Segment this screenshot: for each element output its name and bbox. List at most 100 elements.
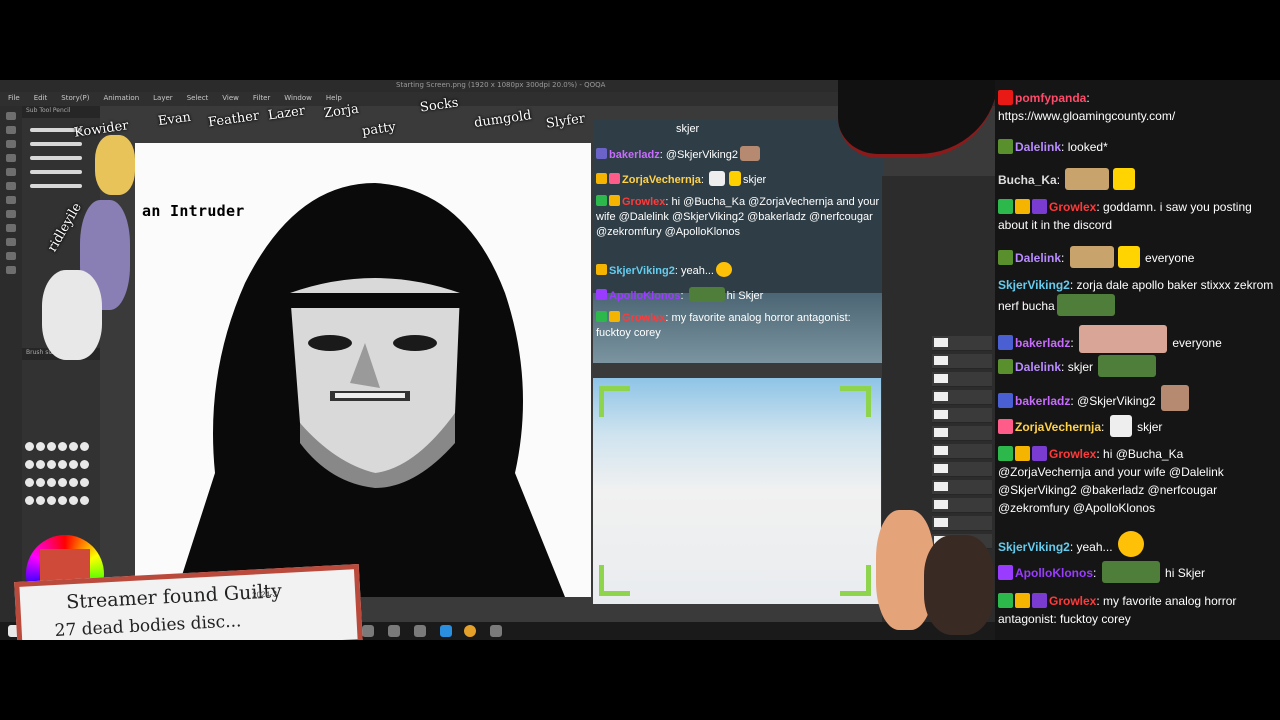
embed-chat-message: ApolloKlonos: hi Skjer <box>596 287 880 304</box>
brush-preset[interactable] <box>30 142 82 146</box>
brush-size-option[interactable] <box>47 442 56 451</box>
brush-size-option[interactable] <box>80 442 89 451</box>
menu-story[interactable]: Story(P) <box>53 92 95 106</box>
brush-size-option[interactable] <box>69 496 78 505</box>
embed-chat-message: ZorjaVechernja: skjer <box>596 171 880 188</box>
gradient-icon[interactable] <box>6 238 16 246</box>
brush-size-option[interactable] <box>58 496 67 505</box>
brush-size-option[interactable] <box>25 478 34 487</box>
brush-size-option[interactable] <box>25 496 34 505</box>
sign-subtitle: 27 dead bodies disc... <box>54 611 242 640</box>
chat-message: pomfypanda: https://www.gloamingcounty.c… <box>998 90 1176 123</box>
hand-icon[interactable] <box>6 126 16 134</box>
badge-icon <box>609 311 620 322</box>
layer-row[interactable] <box>932 462 992 477</box>
brush-size-option[interactable] <box>69 442 78 451</box>
layer-row[interactable] <box>932 516 992 531</box>
menu-layer[interactable]: Layer <box>145 92 179 106</box>
taskbar-app-icon[interactable] <box>388 625 400 637</box>
badge-icon <box>998 359 1013 374</box>
layer-thumbnail <box>934 374 948 383</box>
brush-size-option[interactable] <box>47 496 56 505</box>
layer-row[interactable] <box>932 444 992 459</box>
brush-size-option[interactable] <box>58 478 67 487</box>
chrome-icon[interactable] <box>464 625 476 637</box>
badge-icon <box>998 335 1013 350</box>
layer-row[interactable] <box>932 408 992 423</box>
frame-corner <box>599 565 630 596</box>
sub-tool-title: Sub Tool Pencil <box>22 106 100 118</box>
menu-view[interactable]: View <box>214 92 245 106</box>
select-icon[interactable] <box>6 154 16 162</box>
badge-icon <box>998 199 1013 214</box>
brush-size-option[interactable] <box>80 460 89 469</box>
pencil-icon[interactable] <box>6 182 16 190</box>
chat-message: ApolloKlonos: hi Skjer <box>998 561 1278 583</box>
layer-row[interactable] <box>932 372 992 387</box>
badge-icon <box>998 393 1013 408</box>
chat-message: SkjerViking2: yeah... <box>998 531 1278 557</box>
layer-thumbnail <box>934 446 948 455</box>
tool-column <box>0 106 22 626</box>
menu-filter[interactable]: Filter <box>245 92 276 106</box>
layer-row[interactable] <box>932 426 992 441</box>
brush-preset[interactable] <box>30 156 82 160</box>
menu-select[interactable]: Select <box>179 92 215 106</box>
main-canvas[interactable]: an Intruder <box>135 143 591 597</box>
brush-size-option[interactable] <box>36 442 45 451</box>
brush-size-option[interactable] <box>58 442 67 451</box>
emote-icon <box>739 146 760 161</box>
overlay-name: Slyfer <box>545 111 586 132</box>
pen-icon[interactable] <box>6 168 16 176</box>
menu-animation[interactable]: Animation <box>95 92 145 106</box>
magnifier-icon[interactable] <box>6 112 16 120</box>
text-icon[interactable] <box>6 252 16 260</box>
brush-size-option[interactable] <box>47 460 56 469</box>
window-title: Starting Screen.png (1920 x 1080px 300dp… <box>396 81 606 89</box>
brush-size-option[interactable] <box>36 460 45 469</box>
brush-size-option[interactable] <box>36 496 45 505</box>
brush-preset[interactable] <box>30 184 82 188</box>
emote-icon <box>709 171 725 186</box>
eraser-icon[interactable] <box>6 210 16 218</box>
badge-icon <box>998 565 1013 580</box>
embed-chat-message: Growlex: my favorite analog horror antag… <box>596 311 851 339</box>
brush-size-option[interactable] <box>47 478 56 487</box>
badge-icon <box>596 195 607 206</box>
taskbar-app-icon[interactable] <box>362 625 374 637</box>
taskbar-app-icon[interactable] <box>414 625 426 637</box>
fill-icon[interactable] <box>6 224 16 232</box>
brush-preset[interactable] <box>30 170 82 174</box>
sky-image <box>593 378 881 604</box>
brush-size-option[interactable] <box>58 460 67 469</box>
brush-size-option[interactable] <box>25 442 34 451</box>
layer-row[interactable] <box>932 390 992 405</box>
chat-message: Bucha_Ka: <box>998 168 1278 190</box>
brush-size-option[interactable] <box>80 478 89 487</box>
menu-file[interactable]: File <box>0 92 26 106</box>
drawing-app-window: Starting Screen.png (1920 x 1080px 300dp… <box>0 80 998 640</box>
eyedropper-icon[interactable] <box>6 266 16 274</box>
brush-size-option[interactable] <box>80 496 89 505</box>
layer-thumbnail <box>934 410 948 419</box>
vscode-icon[interactable] <box>440 625 452 637</box>
badge-icon <box>998 446 1013 461</box>
taskbar-app-icon[interactable] <box>490 625 502 637</box>
emote-icon <box>1113 168 1136 190</box>
brush-icon[interactable] <box>6 196 16 204</box>
brush-size-option[interactable] <box>25 460 34 469</box>
brush-size-option[interactable] <box>69 478 78 487</box>
brush-size-option[interactable] <box>36 478 45 487</box>
brush-size-option[interactable] <box>69 460 78 469</box>
frame-corner <box>840 565 871 596</box>
layer-row[interactable] <box>932 336 992 351</box>
move-icon[interactable] <box>6 140 16 148</box>
sign-date: 2024-3 <box>251 589 278 600</box>
layer-row[interactable] <box>932 480 992 495</box>
layer-row[interactable] <box>932 354 992 369</box>
layer-row[interactable] <box>932 498 992 513</box>
embedded-chat-window: skjer bakerladz: @SkjerViking2 ZorjaVech… <box>593 120 883 363</box>
chat-message: SkjerViking2: zorja dale apollo baker st… <box>998 276 1278 316</box>
chat-message: Growlex: hi @Bucha_Ka @ZorjaVechernja an… <box>998 446 1224 515</box>
menu-edit[interactable]: Edit <box>26 92 54 106</box>
